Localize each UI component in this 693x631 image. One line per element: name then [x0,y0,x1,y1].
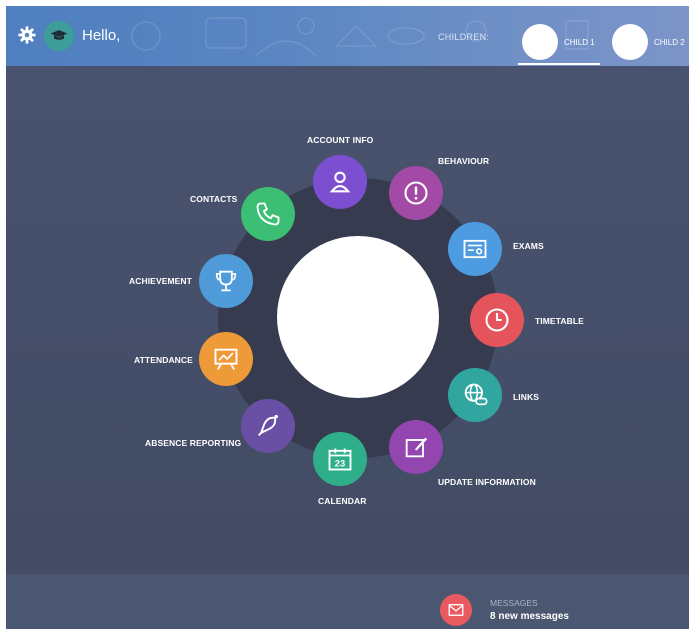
menu-label-contacts: CONTACTS [190,194,238,204]
calendar-icon: 23 [328,448,352,471]
child-1-avatar [522,24,558,60]
clock-icon [485,308,509,332]
menu-label-behaviour: BEHAVIOUR [438,156,490,166]
menu-item-contacts[interactable] [241,187,295,241]
certificate-icon [463,239,487,259]
menu-item-timetable[interactable] [470,293,524,347]
user-icon [329,171,351,193]
greeting-text: Hello, [82,27,121,44]
menu-item-links[interactable] [448,368,502,422]
trophy-icon [215,270,237,292]
header-bar: Hello, CHILDREN: CHILD 1 CHILD 2 [6,6,689,66]
menu-label-attendance: ATTENDANCE [134,355,193,365]
messages-button[interactable] [440,594,472,626]
avatar[interactable] [44,21,74,51]
tab-child-1[interactable]: CHILD 1 [522,18,595,66]
menu-item-behaviour[interactable] [389,166,443,220]
menu-label-account-info: ACCOUNT INFO [307,135,374,145]
menu-item-attendance[interactable] [199,332,253,386]
phone-icon [256,202,280,226]
child-2-label: CHILD 2 [654,37,685,47]
presentation-icon [214,348,238,370]
tab-child-2[interactable]: CHILD 2 [612,18,685,66]
active-tab-indicator [518,63,600,65]
menu-label-calendar: CALENDAR [318,496,367,506]
inbox-icon [448,604,464,616]
menu-label-links: LINKS [513,392,539,402]
menu-item-achievement[interactable] [199,254,253,308]
menu-label-update-information: UPDATE INFORMATION [438,477,536,487]
child-2-avatar [612,24,648,60]
graduation-cap-icon [50,30,68,40]
menu-label-timetable: TIMETABLE [535,316,584,326]
menu-item-absence-reporting[interactable] [241,399,295,453]
menu-label-achievement: ACHIEVEMENT [129,276,192,286]
menu-item-calendar[interactable]: 23 [313,432,367,486]
menu-item-update-information[interactable] [389,420,443,474]
footer-bar [6,574,689,629]
edit-icon [405,437,428,458]
app-frame: Hello, CHILDREN: CHILD 1 CHILD 2 ACCOUNT… [6,6,689,629]
messages-label[interactable]: MESSAGES [490,598,538,608]
menu-label-exams: EXAMS [513,241,544,251]
exclamation-icon [404,181,428,205]
child-1-label: CHILD 1 [564,37,595,47]
globe-link-icon [464,383,488,406]
menu-label-absence-reporting: ABSENCE REPORTING [145,438,242,448]
settings-gear-icon[interactable] [18,26,36,44]
menu-item-exams[interactable] [448,222,502,276]
menu-item-account-info[interactable] [313,155,367,209]
children-label: CHILDREN: [438,32,490,42]
calendar-icon-date: 23 [335,459,345,469]
center-disc [277,236,439,398]
bell-icon [258,414,278,436]
messages-count[interactable]: 8 new messages [490,611,569,622]
